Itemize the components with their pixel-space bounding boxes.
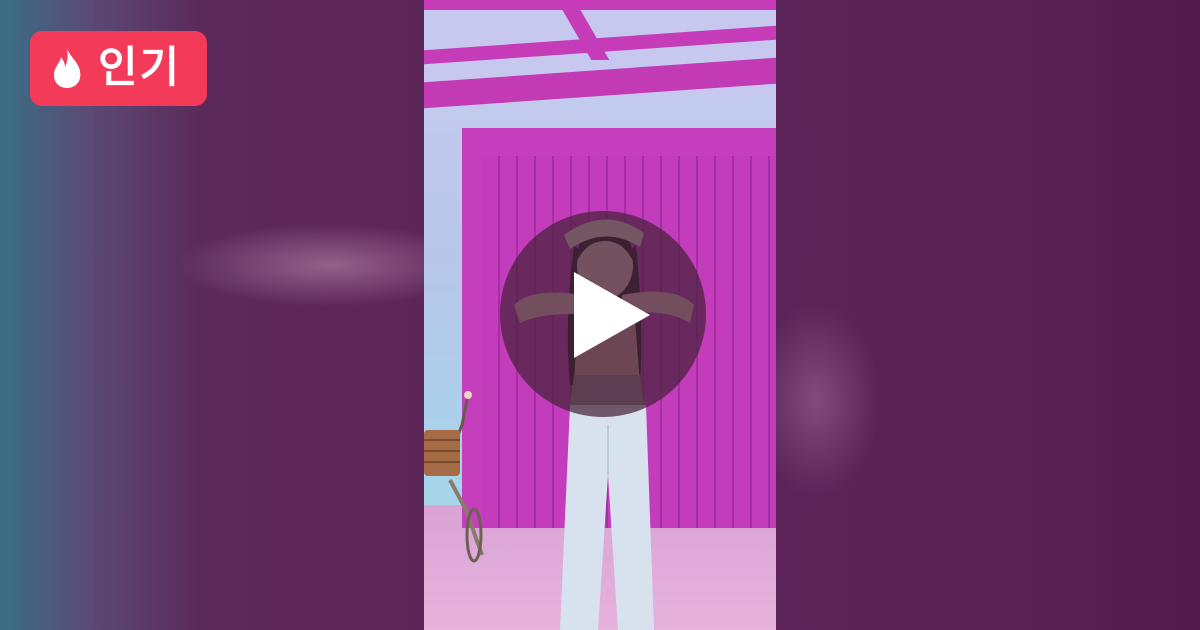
play-icon [574, 272, 650, 358]
badge-label: 인기 [98, 43, 182, 93]
blurred-background-right [776, 0, 1200, 630]
fire-icon [53, 48, 81, 88]
ceiling-beam [424, 0, 776, 10]
bicycle [424, 391, 484, 563]
ceiling [424, 0, 776, 109]
